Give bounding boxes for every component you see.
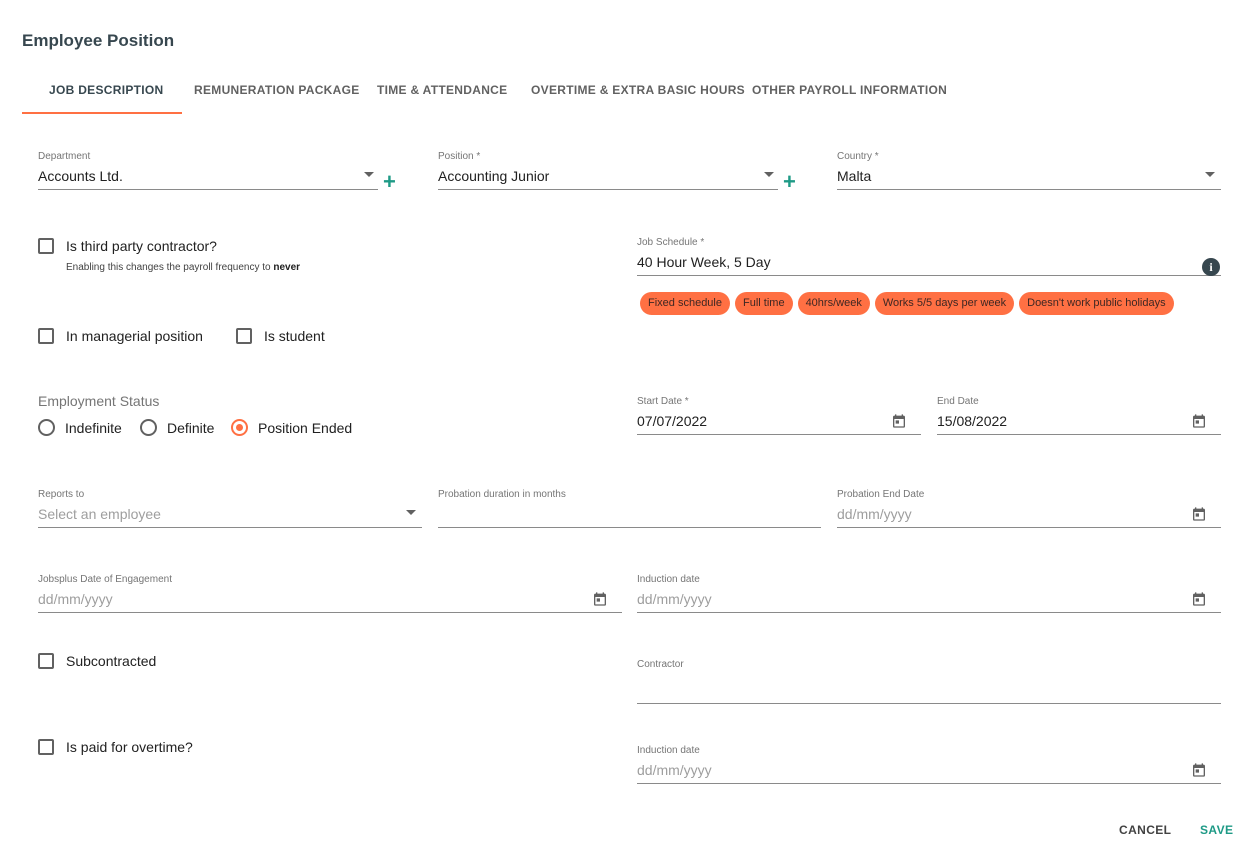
- field-underline: [38, 612, 622, 613]
- position-value: Accounting Junior: [438, 168, 550, 184]
- third-party-contractor-label: Is third party contractor?: [66, 238, 217, 254]
- save-button[interactable]: SAVE: [1200, 823, 1233, 837]
- field-underline: [38, 189, 378, 190]
- subcontracted-checkbox[interactable]: Subcontracted: [38, 653, 156, 669]
- hint-strong-text: never: [273, 262, 301, 273]
- jobsplus-date-placeholder: dd/mm/yyyy: [38, 591, 113, 607]
- third-party-contractor-checkbox[interactable]: Is third party contractor?: [38, 238, 217, 254]
- calendar-icon[interactable]: [891, 412, 907, 430]
- jobsplus-date-label: Jobsplus Date of Engagement: [38, 574, 172, 585]
- calendar-icon[interactable]: [592, 590, 608, 608]
- is-student-label: Is student: [264, 328, 325, 344]
- country-value: Malta: [837, 168, 872, 184]
- active-tab-indicator: [22, 112, 182, 114]
- hint-text: Enabling this changes the payroll freque…: [66, 262, 271, 273]
- field-underline: [837, 189, 1221, 190]
- job-schedule-value: 40 Hour Week, 5 Day: [637, 254, 771, 270]
- schedule-chip: Fixed schedule: [640, 292, 730, 315]
- managerial-position-label: In managerial position: [66, 328, 203, 344]
- chevron-down-icon: [764, 172, 774, 177]
- tab-time-attendance[interactable]: TIME & ATTENDANCE: [377, 83, 507, 97]
- contractor-label: Contractor: [637, 659, 684, 670]
- add-department-button[interactable]: +: [383, 171, 396, 193]
- radio-circle[interactable]: [140, 419, 157, 436]
- radio-circle[interactable]: [38, 419, 55, 436]
- chevron-down-icon: [364, 172, 374, 177]
- calendar-icon[interactable]: [1191, 505, 1207, 523]
- schedule-chip: Full time: [735, 292, 793, 315]
- field-underline: [637, 275, 1221, 276]
- calendar-icon[interactable]: [1191, 761, 1207, 779]
- checkbox-box[interactable]: [38, 653, 54, 669]
- field-underline: [637, 434, 921, 435]
- cancel-button[interactable]: CANCEL: [1119, 823, 1171, 837]
- end-date-value: 15/08/2022: [937, 413, 1008, 429]
- probation-end-date-placeholder: dd/mm/yyyy: [837, 506, 912, 522]
- employment-status-label: Employment Status: [38, 393, 160, 409]
- radio-label: Position Ended: [258, 419, 353, 436]
- field-underline: [637, 612, 1221, 613]
- induction-date-label: Induction date: [637, 574, 700, 585]
- country-label: Country *: [837, 151, 879, 162]
- field-underline: [837, 527, 1221, 528]
- induction-date-placeholder: dd/mm/yyyy: [637, 591, 712, 607]
- field-underline: [438, 189, 778, 190]
- job-schedule-chips: Fixed schedule Full time 40hrs/week Work…: [640, 292, 1174, 315]
- radio-indefinite[interactable]: Indefinite: [38, 419, 122, 436]
- radio-circle-selected[interactable]: [231, 419, 248, 436]
- reports-to-label: Reports to: [38, 489, 85, 500]
- tab-bar: JOB DESCRIPTION REMUNERATION PACKAGE TIM…: [22, 70, 962, 114]
- radio-position-ended[interactable]: Position Ended: [231, 419, 352, 436]
- is-student-checkbox[interactable]: Is student: [236, 328, 325, 344]
- tab-job-description[interactable]: JOB DESCRIPTION: [49, 83, 164, 97]
- tab-other-payroll-info[interactable]: OTHER PAYROLL INFORMATION: [752, 83, 947, 97]
- info-icon[interactable]: i: [1202, 258, 1220, 276]
- chevron-down-icon: [1205, 172, 1215, 177]
- reports-to-placeholder: Select an employee: [38, 506, 161, 522]
- radio-label: Indefinite: [65, 419, 122, 436]
- calendar-icon[interactable]: [1191, 412, 1207, 430]
- field-underline: [637, 783, 1221, 784]
- end-date-label: End Date: [937, 396, 979, 407]
- tab-overtime-extra-hours[interactable]: OVERTIME & EXTRA BASIC HOURS: [531, 83, 745, 97]
- paid-overtime-checkbox[interactable]: Is paid for overtime?: [38, 739, 193, 755]
- field-underline: [937, 434, 1221, 435]
- start-date-value: 07/07/2022: [637, 413, 708, 429]
- paid-overtime-label: Is paid for overtime?: [66, 739, 193, 755]
- radio-label: Definite: [167, 419, 215, 436]
- field-underline: [438, 527, 821, 528]
- checkbox-box[interactable]: [38, 238, 54, 254]
- induction-date-2-label: Induction date: [637, 745, 700, 756]
- tab-remuneration-package[interactable]: REMUNERATION PACKAGE: [194, 83, 360, 97]
- start-date-label: Start Date *: [637, 396, 689, 407]
- chevron-down-icon: [406, 510, 416, 515]
- checkbox-box[interactable]: [236, 328, 252, 344]
- subcontracted-label: Subcontracted: [66, 653, 157, 669]
- contractor-input[interactable]: [637, 673, 1221, 695]
- add-position-button[interactable]: +: [783, 171, 796, 193]
- probation-duration-label: Probation duration in months: [438, 489, 566, 500]
- schedule-chip: Works 5/5 days per week: [874, 292, 1015, 315]
- job-schedule-label: Job Schedule *: [637, 237, 705, 248]
- third-party-hint: Enabling this changes the payroll freque…: [66, 262, 300, 273]
- probation-duration-input[interactable]: [438, 503, 821, 525]
- schedule-chip: Doesn't work public holidays: [1019, 292, 1174, 315]
- department-value: Accounts Ltd.: [38, 168, 123, 184]
- position-label: Position *: [438, 151, 481, 162]
- managerial-position-checkbox[interactable]: In managerial position: [38, 328, 203, 344]
- induction-date-2-placeholder: dd/mm/yyyy: [637, 762, 712, 778]
- dialog-title: Employee Position: [22, 31, 175, 50]
- department-label: Department: [38, 151, 91, 162]
- checkbox-box[interactable]: [38, 739, 54, 755]
- schedule-chip: 40hrs/week: [797, 292, 870, 315]
- radio-definite[interactable]: Definite: [140, 419, 214, 436]
- field-underline: [38, 527, 422, 528]
- field-underline: [637, 703, 1221, 704]
- probation-end-date-label: Probation End Date: [837, 489, 925, 500]
- calendar-icon[interactable]: [1191, 590, 1207, 608]
- checkbox-box[interactable]: [38, 328, 54, 344]
